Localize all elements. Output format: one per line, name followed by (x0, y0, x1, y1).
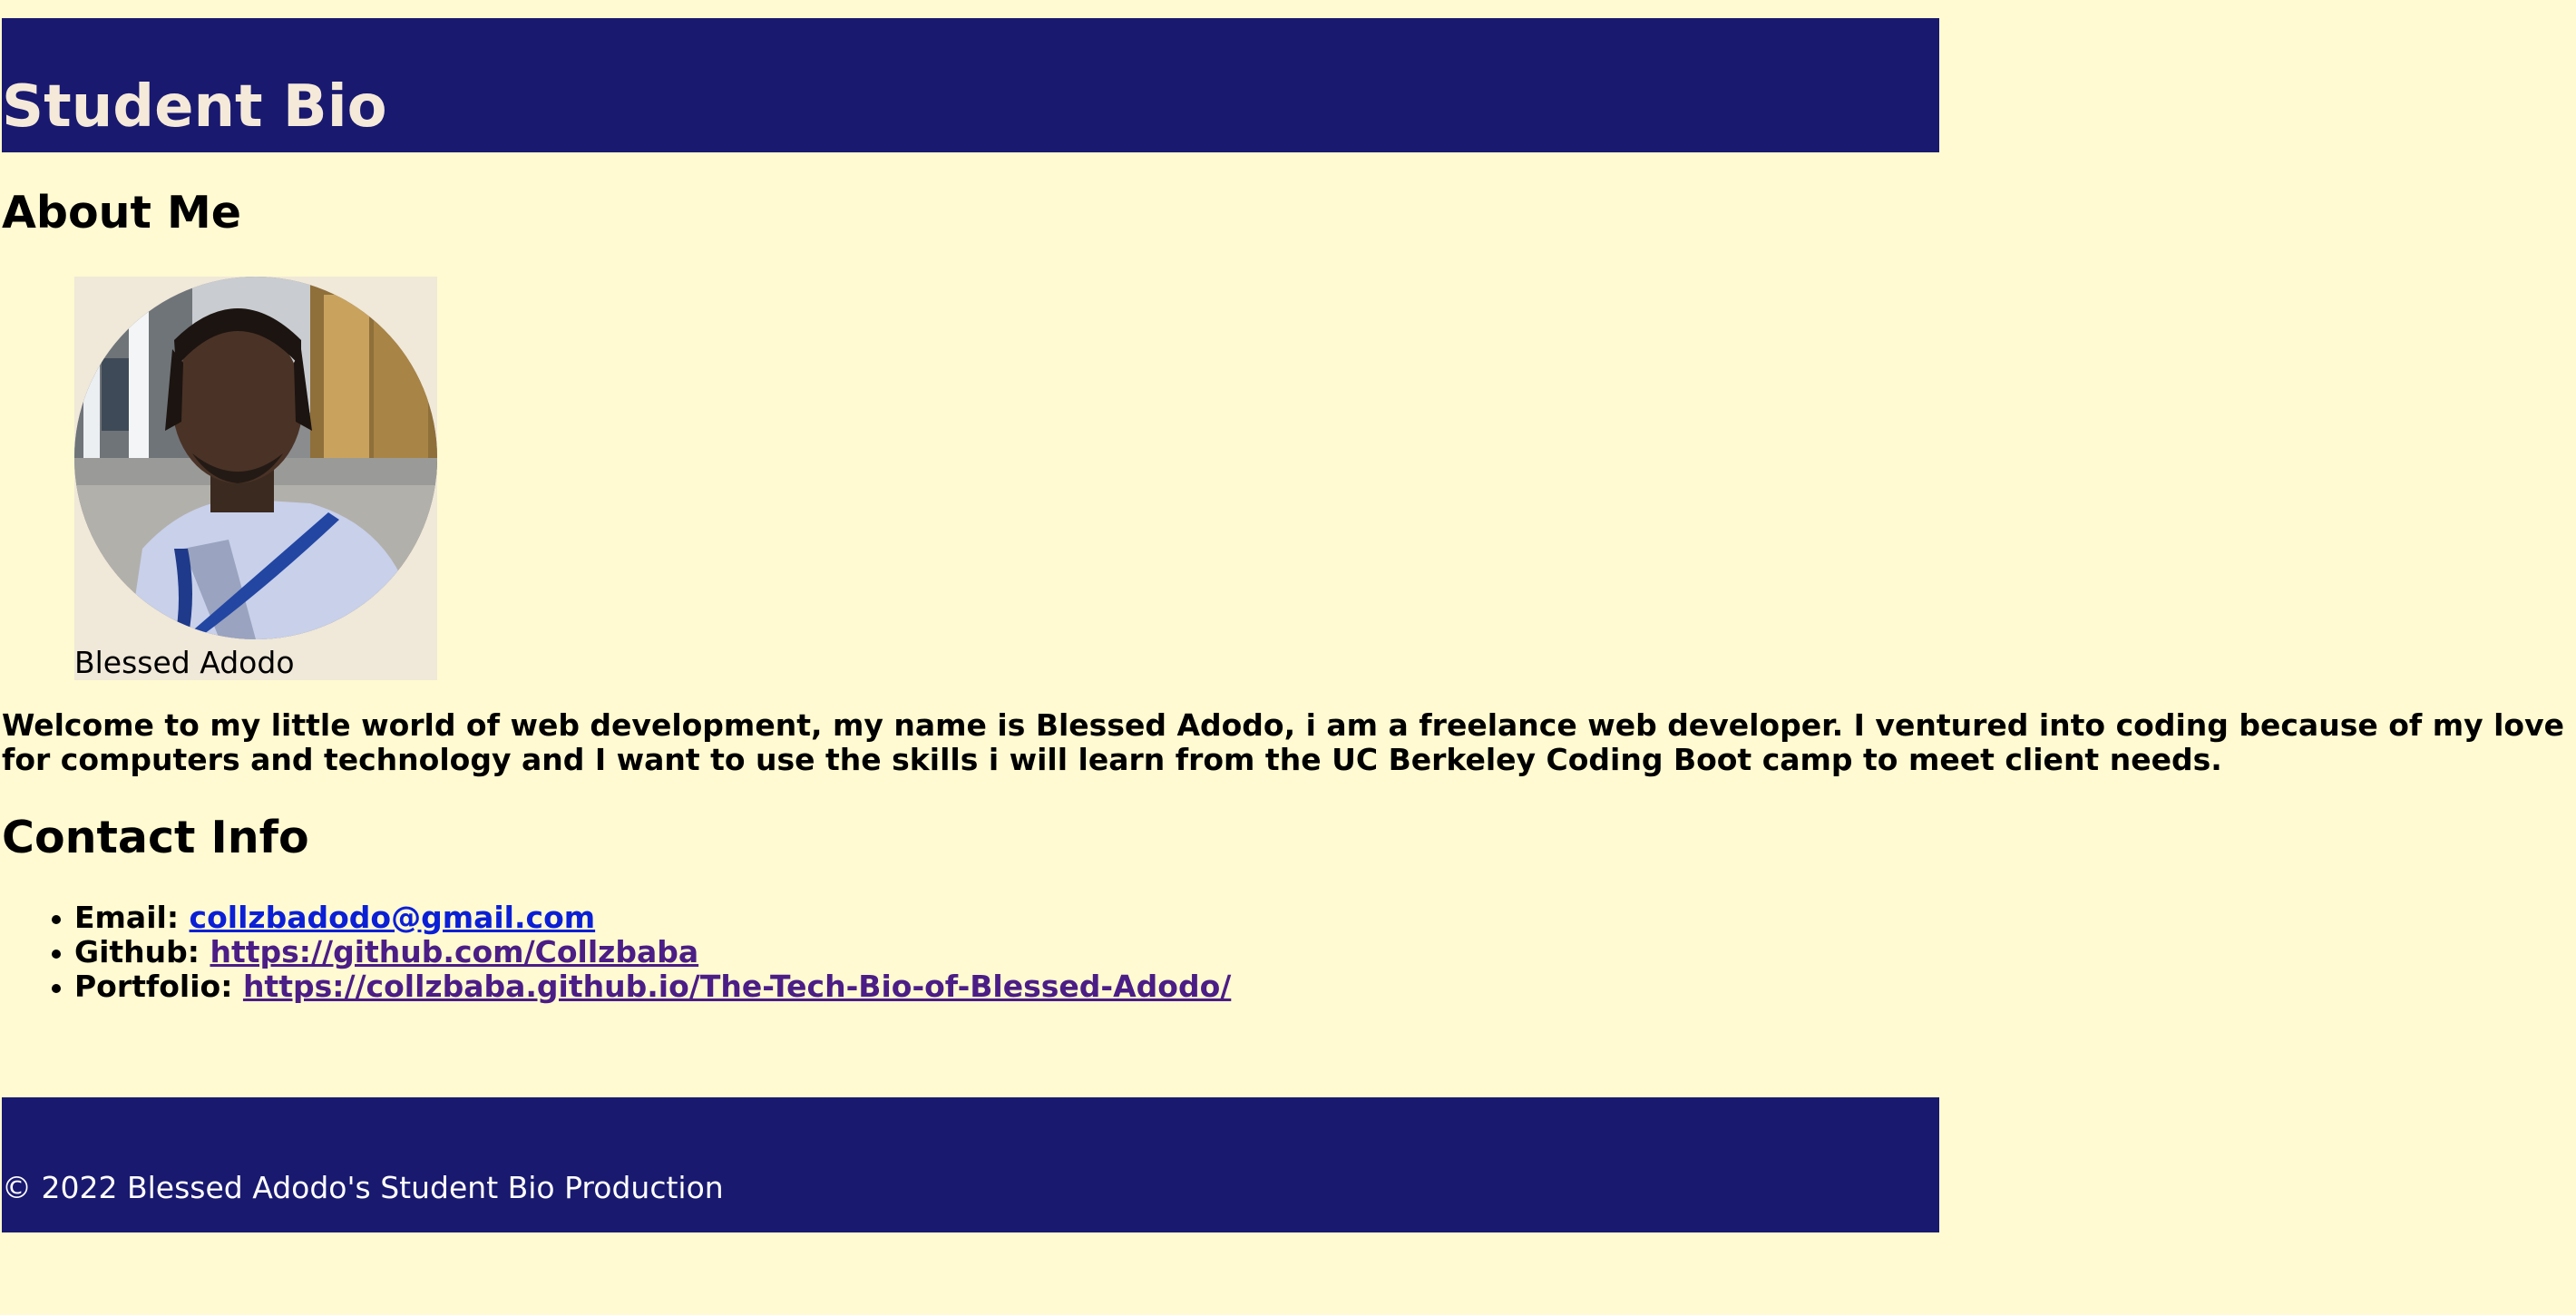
contact-label-email: Email: (74, 900, 180, 935)
contact-list: Email: collzbadodo@gmail.com Github: htt… (2, 901, 1231, 1004)
about-heading: About Me (2, 187, 242, 239)
page-title: Student Bio (2, 73, 387, 141)
contact-item-email: Email: collzbadodo@gmail.com (2, 901, 1231, 935)
contact-item-portfolio: Portfolio: https://collzbaba.github.io/T… (2, 969, 1231, 1004)
contact-item-github: Github: https://github.com/Collzbaba (2, 935, 1231, 969)
intro-paragraph: Welcome to my little world of web develo… (2, 707, 2564, 777)
bullet-icon (52, 950, 61, 959)
profile-photo-image (74, 277, 437, 639)
bullet-icon (52, 915, 61, 924)
profile-figure: Blessed Adodo (74, 277, 437, 680)
bullet-icon (52, 984, 61, 993)
github-link[interactable]: https://github.com/Collzbaba (210, 934, 698, 969)
footer-bar (2, 1097, 1939, 1232)
contact-label-github: Github: (74, 934, 200, 969)
photo-caption: Blessed Adodo (74, 645, 295, 680)
email-link[interactable]: collzbadodo@gmail.com (190, 900, 596, 935)
portfolio-link[interactable]: https://collzbaba.github.io/The-Tech-Bio… (243, 969, 1231, 1004)
footer-copyright: © 2022 Blessed Adodo's Student Bio Produ… (2, 1170, 724, 1205)
contact-heading: Contact Info (2, 812, 309, 863)
contact-label-portfolio: Portfolio: (74, 969, 233, 1004)
profile-photo (74, 277, 437, 639)
